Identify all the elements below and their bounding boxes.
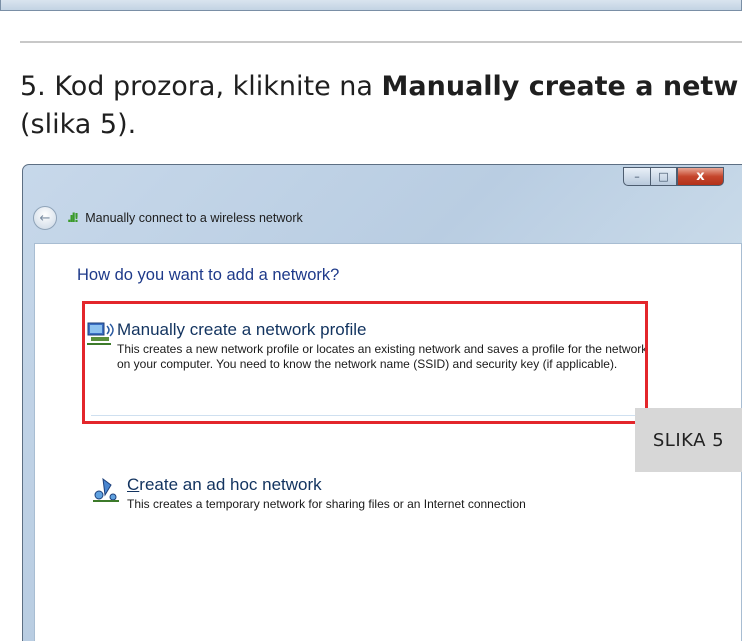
step-bold: Manually create a netw bbox=[381, 71, 739, 102]
maximize-button[interactable]: □ bbox=[650, 167, 677, 186]
figure-label: SLIKA 5 bbox=[635, 408, 742, 472]
option-ad-hoc[interactable]: Create an ad hoc network This creates a … bbox=[91, 475, 651, 512]
wireless-signal-icon: .ıl! bbox=[67, 211, 79, 225]
page-heading: How do you want to add a network? bbox=[77, 266, 340, 284]
option-title: Create an ad hoc network bbox=[127, 475, 526, 495]
step-prefix: 5. Kod prozora, kliknite na bbox=[20, 71, 382, 102]
ad-hoc-network-icon bbox=[91, 475, 127, 503]
access-key: C bbox=[127, 475, 140, 494]
navigation-bar: ← .ıl! Manually connect to a wireless ne… bbox=[33, 205, 303, 231]
step-suffix: (slika 5). bbox=[20, 109, 137, 140]
minimize-button[interactable]: – bbox=[623, 167, 650, 186]
step-instruction: 5. Kod prozora, kliknite na Manually cre… bbox=[20, 68, 742, 144]
nav-title: Manually connect to a wireless network bbox=[85, 211, 303, 225]
highlight-box bbox=[82, 301, 648, 424]
option-title-rest: reate an ad hoc network bbox=[139, 475, 322, 494]
option-description: This creates a temporary network for sha… bbox=[127, 497, 526, 511]
back-button[interactable]: ← bbox=[33, 206, 57, 230]
back-arrow-icon: ← bbox=[39, 210, 51, 226]
previous-screenshot-edge bbox=[0, 0, 742, 11]
divider bbox=[20, 41, 742, 43]
close-button[interactable]: x bbox=[677, 167, 724, 186]
caption-buttons: – □ x bbox=[623, 167, 724, 186]
